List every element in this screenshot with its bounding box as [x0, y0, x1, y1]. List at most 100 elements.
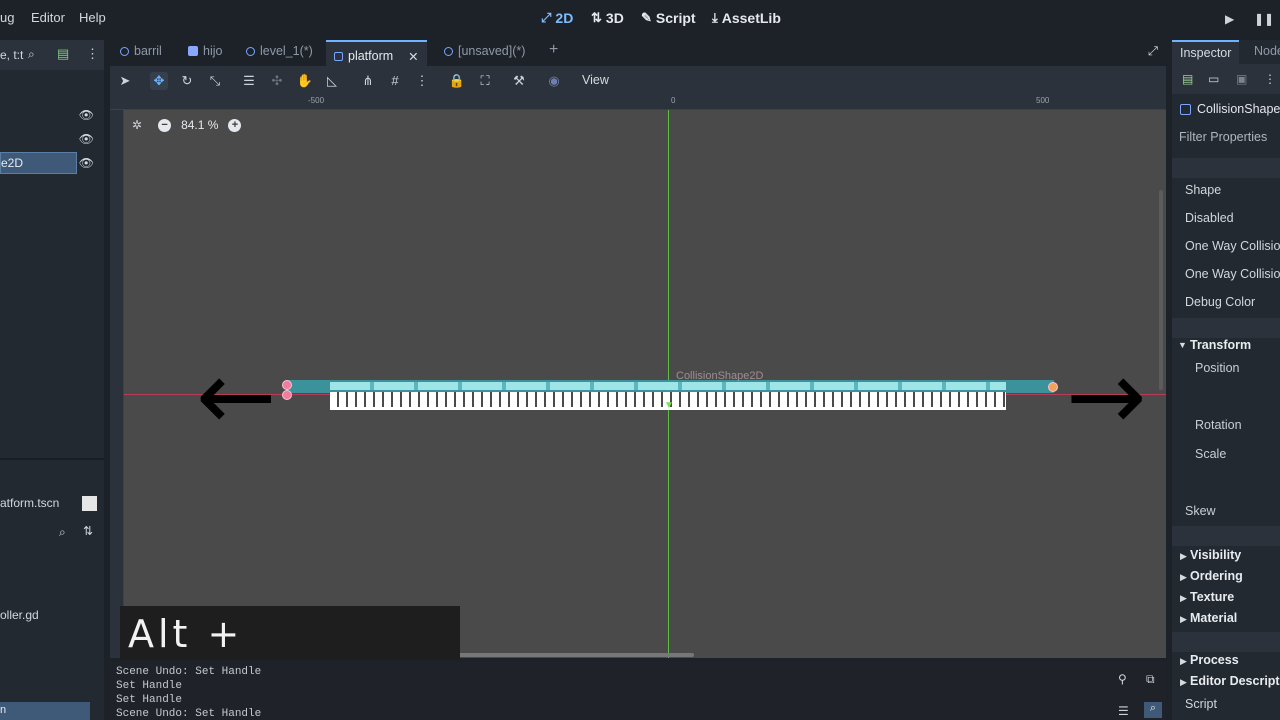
rotate-tool-icon[interactable]: ↻ — [178, 72, 196, 90]
open-folder-icon[interactable]: ▭ — [1208, 72, 1219, 86]
scene-tree-row[interactable]: 👁 — [0, 104, 104, 126]
search-icon[interactable]: ⌕ — [1144, 702, 1162, 718]
tab-hijo[interactable]: hijo — [188, 44, 222, 58]
search-icon[interactable]: ⌕ — [59, 525, 66, 540]
left-handle[interactable] — [282, 380, 292, 390]
tab-platform[interactable]: platform ✕ — [326, 40, 427, 66]
2d-icon: ⤢ — [541, 10, 552, 25]
tab-barril[interactable]: barril — [120, 44, 162, 58]
scene-file-icon[interactable] — [82, 496, 97, 511]
menu-editor[interactable]: Editor — [31, 10, 65, 25]
prop-script[interactable]: Script — [1185, 697, 1217, 711]
log-line: Scene Undo: Set Handle — [116, 666, 262, 678]
menu-debug[interactable]: ug — [0, 10, 14, 25]
workspace-2d-button[interactable]: ⤢ 2D — [541, 10, 573, 26]
save-icon[interactable]: ▣ — [1236, 72, 1247, 86]
select-tool-icon[interactable]: ➤ — [116, 72, 134, 90]
ruler-tool-icon[interactable]: ◺ — [323, 72, 341, 90]
workspace-script-button[interactable]: ✎ Script — [641, 10, 696, 26]
tile-top-row — [330, 382, 1006, 390]
skeleton-icon[interactable]: ⚒ — [510, 72, 528, 90]
smart-snap-icon[interactable]: ⋔ — [359, 72, 377, 90]
pan-tool-icon[interactable]: ✋ — [296, 72, 314, 90]
more-options-icon[interactable]: ⋮ — [1264, 72, 1276, 86]
horizontal-scrollbar[interactable] — [458, 653, 694, 657]
prop-skew[interactable]: Skew — [1185, 504, 1216, 518]
chevron-right-icon[interactable]: ▶ — [1180, 593, 1187, 604]
chevron-right-icon[interactable]: ▶ — [1180, 551, 1187, 562]
section-editor-description[interactable]: Editor Descript — [1190, 674, 1280, 688]
prop-position[interactable]: Position — [1195, 361, 1239, 375]
chevron-right-icon[interactable]: ▶ — [1180, 677, 1187, 688]
section-material[interactable]: Material — [1190, 611, 1237, 625]
ruler-tick-label: -500 — [308, 96, 325, 105]
list-select-icon[interactable]: ☰ — [240, 72, 258, 90]
chevron-right-icon[interactable]: ▶ — [1180, 614, 1187, 625]
canvas-viewport[interactable]: ✲ − 84.1 % + CollisionShape2D ▼ ← → — [124, 110, 1166, 658]
chevron-right-icon[interactable]: ▶ — [1180, 572, 1187, 583]
right-handle[interactable] — [1048, 382, 1058, 392]
zoom-out-icon[interactable]: − — [158, 118, 172, 132]
tab-level-1[interactable]: level_1(*) — [246, 44, 313, 58]
view-menu-button[interactable]: View — [582, 73, 609, 87]
filesystem-selected-item[interactable]: n — [0, 702, 90, 720]
pivot-icon[interactable]: ✣ — [268, 72, 286, 90]
center-view-icon[interactable]: ✲ — [132, 118, 142, 132]
grid-snap-icon[interactable]: # — [386, 72, 404, 90]
tab-unsaved[interactable]: [unsaved](*) — [444, 44, 525, 58]
section-visibility[interactable]: Visibility — [1190, 548, 1241, 562]
scene-tree-row[interactable]: 👁 — [0, 128, 104, 150]
prop-debug-color[interactable]: Debug Color — [1185, 295, 1255, 309]
filesystem-path: atform.tscn — [0, 496, 60, 510]
copy-icon[interactable]: ⧉ — [1146, 672, 1155, 687]
tab-node[interactable]: Node — [1254, 44, 1280, 58]
section-process[interactable]: Process — [1190, 653, 1239, 667]
visibility-eye-icon[interactable]: 👁 — [79, 132, 94, 146]
caption-overlay: Alt + Arrastrar — [120, 606, 460, 700]
workspace-3d-button[interactable]: ⇅ 3D — [591, 10, 624, 26]
filter-icon[interactable]: ☰ — [1118, 704, 1129, 718]
prop-scale[interactable]: Scale — [1195, 447, 1226, 461]
add-tab-icon[interactable]: + — [549, 41, 558, 59]
menu-help[interactable]: Help — [79, 10, 106, 25]
pause-icon[interactable]: ❚❚ — [1254, 12, 1274, 26]
chevron-right-icon[interactable]: ▶ — [1180, 656, 1187, 667]
visibility-eye-icon[interactable]: 👁 — [79, 108, 94, 122]
zoom-in-icon[interactable]: + — [228, 118, 242, 132]
snap-options-icon[interactable]: ⋮ — [413, 72, 431, 90]
zoom-level[interactable]: 84.1 % — [181, 118, 218, 132]
section-texture[interactable]: Texture — [1190, 590, 1234, 604]
lock-icon[interactable]: 🔒 — [448, 72, 466, 90]
group-icon[interactable]: ⛶ — [476, 72, 494, 90]
more-options-icon[interactable]: ⋮ — [86, 46, 99, 62]
section-transform[interactable]: Transform — [1190, 338, 1251, 352]
visibility-eye-icon[interactable]: 👁 — [79, 156, 94, 170]
move-tool-icon[interactable]: ✥ — [150, 72, 168, 90]
new-resource-icon[interactable]: ▤ — [1182, 72, 1193, 86]
play-icon[interactable]: ▶ — [1225, 12, 1234, 26]
prop-shape[interactable]: Shape — [1185, 183, 1221, 197]
camera-override-icon[interactable]: ◉ — [545, 72, 563, 90]
filesystem-file-item[interactable]: oller.gd — [0, 608, 39, 622]
clear-output-icon[interactable]: ⚲ — [1118, 672, 1127, 686]
scene-filter-input[interactable]: e, t:t — [0, 48, 23, 62]
chevron-down-icon[interactable]: ▼ — [1178, 340, 1187, 350]
scene-icon — [246, 46, 255, 56]
scene-tree-row-selected[interactable]: e2D 👁 — [0, 152, 104, 174]
prop-one-way-collision-margin[interactable]: One Way Collisio — [1185, 267, 1280, 281]
prop-rotation[interactable]: Rotation — [1195, 418, 1242, 432]
scale-tool-icon[interactable]: ⤡ — [206, 72, 224, 90]
inspected-node[interactable]: CollisionShape — [1180, 102, 1280, 116]
vertical-scrollbar[interactable] — [1159, 190, 1163, 390]
prop-disabled[interactable]: Disabled — [1185, 211, 1234, 225]
prop-one-way-collision[interactable]: One Way Collisio — [1185, 239, 1280, 253]
left-handle[interactable] — [282, 390, 292, 400]
sort-icon[interactable]: ⇅ — [83, 524, 93, 538]
attach-script-icon[interactable]: ▤ — [57, 46, 69, 62]
section-ordering[interactable]: Ordering — [1190, 569, 1243, 583]
workspace-assetlib-button[interactable]: ⤓ AssetLib — [712, 10, 781, 26]
filter-properties-input[interactable]: Filter Properties — [1179, 130, 1267, 144]
tab-inspector[interactable]: Inspector — [1172, 40, 1240, 64]
close-icon[interactable]: ✕ — [408, 49, 418, 64]
distraction-free-icon[interactable]: ⤢ — [1148, 44, 1158, 59]
